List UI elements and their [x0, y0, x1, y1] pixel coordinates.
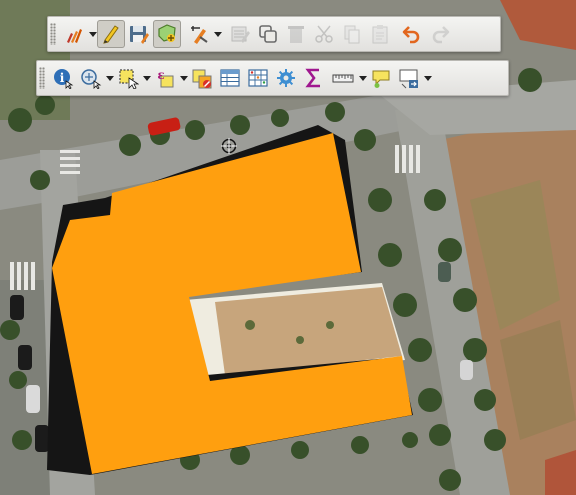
- map-tips-icon: [372, 70, 390, 88]
- redo-icon: [432, 26, 450, 44]
- vertex-tool-button[interactable]: [185, 20, 213, 48]
- digitize-pencils-dropdown[interactable]: [88, 20, 97, 48]
- statistical-summary-sigma-icon: [305, 68, 320, 88]
- toolbox-gear-icon: [277, 69, 295, 87]
- toolbox-button[interactable]: [272, 64, 300, 92]
- copy-button[interactable]: [338, 20, 366, 48]
- svg-text:ε: ε: [157, 68, 164, 82]
- cut-features-icon: [315, 25, 333, 43]
- undo-button[interactable]: [398, 20, 426, 48]
- delete-selected-icon: [288, 26, 304, 43]
- open-attribute-table-icon: [220, 69, 240, 87]
- select-by-expression-dropdown[interactable]: [179, 64, 188, 92]
- digitize-pencils-button[interactable]: [60, 20, 88, 48]
- modify-attributes-button[interactable]: [226, 20, 254, 48]
- map-tips-button[interactable]: [367, 64, 395, 92]
- statistical-summary-button[interactable]: [300, 64, 328, 92]
- select-features-button[interactable]: [114, 64, 142, 92]
- measure-line-icon: [332, 74, 354, 83]
- toggle-editing-pencil-icon: [103, 25, 119, 44]
- modify-attributes-icon: [231, 26, 250, 43]
- svg-text:i: i: [60, 71, 65, 85]
- vertex-tool-icon: [191, 26, 208, 44]
- identify-features-button[interactable]: i: [49, 64, 77, 92]
- cut-features-button[interactable]: [310, 20, 338, 48]
- copy-icon: [344, 25, 360, 44]
- run-feature-action-button[interactable]: [77, 64, 105, 92]
- redo-button[interactable]: [426, 20, 454, 48]
- copy-features-icon: [259, 25, 277, 43]
- add-polygon-feature-button[interactable]: [153, 20, 181, 48]
- select-features-dropdown[interactable]: [142, 64, 151, 92]
- deselect-all-button[interactable]: [188, 64, 216, 92]
- select-by-expression-icon: ε: [157, 68, 174, 88]
- paste-features-icon: [372, 25, 388, 44]
- digitizing-toolbar: [47, 16, 501, 52]
- vertex-tool-dropdown[interactable]: [213, 20, 222, 48]
- select-by-expression-button[interactable]: ε: [151, 64, 179, 92]
- new-annotation-button[interactable]: [395, 64, 423, 92]
- left-parking: [0, 280, 50, 495]
- toggle-editing-button[interactable]: [97, 20, 125, 48]
- undo-icon: [402, 26, 420, 44]
- attributes-toolbar: i ε: [36, 60, 509, 96]
- copy-features-button[interactable]: [254, 20, 282, 48]
- run-feature-action-dropdown[interactable]: [105, 64, 114, 92]
- toolbar-drag-handle[interactable]: [50, 23, 56, 45]
- digitize-pencils-icon: [67, 29, 82, 43]
- save-layer-edits-icon: [130, 26, 149, 44]
- field-calculator-button[interactable]: [244, 64, 272, 92]
- delete-selected-button[interactable]: [282, 20, 310, 48]
- measure-dropdown[interactable]: [358, 64, 367, 92]
- toolbar-drag-handle[interactable]: [39, 67, 45, 89]
- new-annotation-dropdown[interactable]: [423, 64, 432, 92]
- measure-line-button[interactable]: [328, 64, 358, 92]
- save-layer-edits-button[interactable]: [125, 20, 153, 48]
- deselect-all-icon: [192, 69, 212, 89]
- select-features-icon: [119, 69, 139, 89]
- paste-features-button[interactable]: [366, 20, 394, 48]
- new-annotation-icon: [399, 69, 418, 89]
- field-calculator-icon: [248, 69, 268, 87]
- add-polygon-feature-icon: [158, 24, 176, 42]
- identify-features-icon: i: [54, 69, 74, 89]
- run-feature-action-icon: [81, 69, 102, 89]
- open-attribute-table-button[interactable]: [216, 64, 244, 92]
